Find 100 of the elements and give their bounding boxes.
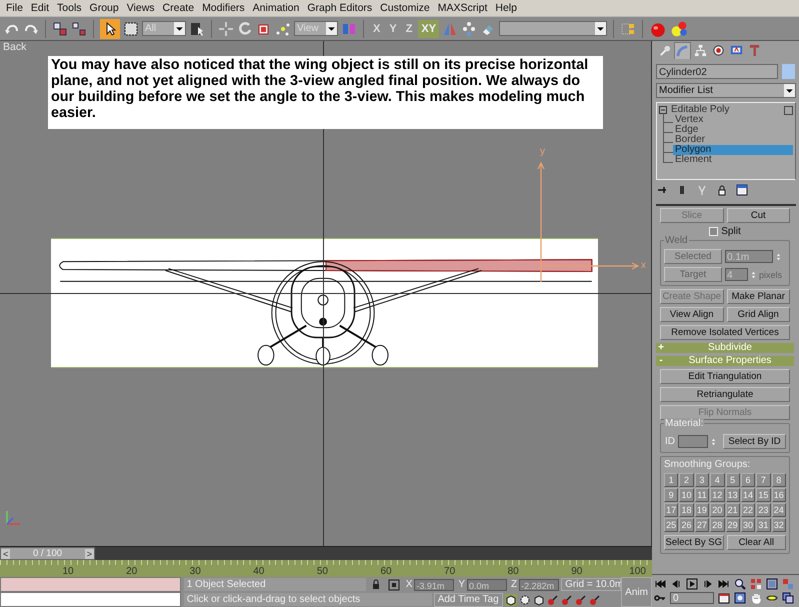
smoothing-group-button[interactable]: 14 (740, 488, 756, 502)
menu-item[interactable]: Modifiers (198, 2, 249, 14)
panel-button[interactable]: Clear All (726, 535, 786, 550)
split-checkbox[interactable] (709, 227, 718, 236)
caret-icon[interactable] (174, 22, 185, 35)
cube-icon[interactable] (504, 594, 517, 606)
smoothing-group-button[interactable]: 5 (726, 473, 740, 487)
orbit-icon[interactable] (766, 592, 778, 604)
time-slider-thumb[interactable]: < 0 / 100 > (0, 547, 95, 560)
pan-hand-icon[interactable] (750, 592, 762, 604)
select-tool[interactable] (100, 18, 120, 38)
axis-constraint-button[interactable]: X (370, 20, 384, 38)
rollout-header[interactable]: - Surface Properties (656, 356, 794, 366)
smoothing-group-button[interactable]: 18 (679, 503, 694, 517)
animate-button[interactable]: Anim (621, 577, 652, 607)
smoothing-group-button[interactable]: 29 (726, 518, 740, 532)
smoothing-group-button[interactable]: 30 (740, 518, 756, 532)
add-time-tag-button[interactable]: Add Time Tag (434, 592, 503, 606)
menu-item[interactable]: Graph Editors (303, 2, 376, 14)
maximize-viewport-icon[interactable] (782, 592, 794, 604)
previous-frame-icon[interactable] (670, 578, 682, 590)
named-selection-dropdown[interactable] (499, 21, 608, 36)
panel-button[interactable]: Edit Triangulation (660, 369, 790, 384)
script-listener-field[interactable] (0, 577, 181, 592)
smoothing-group-button[interactable]: 22 (740, 503, 756, 517)
select-by-name-icon[interactable] (189, 20, 205, 36)
cube-icon[interactable] (532, 594, 545, 606)
smoothing-group-button[interactable]: 3 (694, 473, 710, 487)
caret-icon[interactable] (784, 84, 795, 97)
panel-button[interactable]: Cut (726, 208, 790, 223)
collapse-icon[interactable] (659, 106, 667, 114)
panel-button[interactable]: Select By SG (664, 535, 724, 550)
key-mode-icon[interactable] (546, 594, 559, 606)
caret-icon[interactable] (326, 22, 337, 35)
viewport-label[interactable]: Back (3, 41, 26, 53)
smoothing-group-button[interactable]: 13 (726, 488, 740, 502)
smoothing-group-button[interactable]: 1 (664, 473, 678, 487)
pin-icon[interactable] (656, 184, 668, 196)
smoothing-group-button[interactable]: 20 (710, 503, 724, 517)
time-configuration-icon[interactable] (718, 592, 730, 604)
link-icon[interactable] (52, 20, 68, 36)
smoothing-group-button[interactable]: 26 (679, 518, 694, 532)
configure-sets-icon[interactable] (736, 184, 748, 196)
smoothing-group-button[interactable]: 23 (756, 503, 771, 517)
rotate-icon[interactable] (237, 20, 253, 36)
smoothing-group-button[interactable]: 24 (772, 503, 786, 517)
smoothing-group-button[interactable]: 12 (710, 488, 724, 502)
script-output-field[interactable] (0, 592, 181, 607)
menu-item[interactable]: Tools (53, 2, 86, 14)
menu-item[interactable]: Help (491, 2, 521, 14)
panel-button[interactable]: Retriangulate (660, 387, 790, 402)
next-frame-icon[interactable] (702, 578, 714, 590)
frame-field[interactable]: 0 (670, 592, 714, 604)
coordinate-field[interactable]: -3.91m (414, 578, 454, 590)
smoothing-group-button[interactable]: 21 (726, 503, 740, 517)
menu-item[interactable]: Views (122, 2, 159, 14)
panel-button[interactable]: Remove Isolated Vertices (660, 325, 790, 340)
go-to-end-icon[interactable] (718, 578, 730, 590)
smoothing-group-button[interactable]: 25 (664, 518, 678, 532)
panel-button[interactable]: Make Planar (726, 289, 790, 304)
smoothing-group-button[interactable]: 27 (694, 518, 710, 532)
viewport[interactable] (0, 41, 652, 546)
time-slider[interactable]: < 0 / 100 > (0, 546, 652, 560)
smoothing-group-button[interactable]: 19 (694, 503, 710, 517)
caret-icon[interactable] (595, 22, 606, 35)
menu-item[interactable]: Animation (248, 2, 304, 14)
zoom-icon[interactable] (734, 578, 746, 590)
region-select-icon[interactable] (123, 20, 139, 36)
stack-sub-item[interactable]: Vertex (673, 115, 793, 125)
align-icon[interactable] (461, 20, 478, 36)
smoothing-group-button[interactable]: 6 (740, 473, 756, 487)
smoothing-group-button[interactable]: 2 (679, 473, 694, 487)
lock-icon[interactable] (716, 184, 728, 196)
select-by-id-button[interactable]: Select By ID (723, 434, 786, 449)
smoothing-group-button[interactable]: 10 (679, 488, 694, 502)
stack-sub-item[interactable]: Element (673, 155, 793, 165)
stack-item[interactable]: Editable Poly (671, 105, 780, 115)
smoothing-group-button[interactable]: 7 (756, 473, 771, 487)
modifier-list-dropdown[interactable]: Modifier List (656, 83, 796, 98)
axis-constraint-button[interactable]: Y (386, 20, 400, 38)
transform-gizmo[interactable] (535, 159, 640, 284)
stack-sub-item[interactable]: Border (673, 135, 793, 145)
menu-item[interactable]: Customize (376, 2, 434, 14)
smoothing-group-button[interactable]: 28 (710, 518, 724, 532)
object-name-field[interactable]: Cylinder02 (656, 64, 778, 79)
menu-item[interactable]: Group (86, 2, 123, 14)
menu-item[interactable]: MAXScript (434, 2, 492, 14)
object-color-swatch[interactable] (782, 64, 795, 79)
toggle-icon[interactable] (784, 106, 793, 114)
rollout-header[interactable]: + Subdivide (656, 343, 794, 353)
material-spheres-icon[interactable] (670, 20, 688, 38)
panel-button[interactable]: Grid Align (726, 307, 790, 322)
play-icon[interactable] (686, 578, 698, 590)
menu-item[interactable]: File (2, 2, 27, 14)
smoothing-group-button[interactable]: 15 (756, 488, 771, 502)
smoothing-group-button[interactable]: 11 (694, 488, 710, 502)
smoothing-group-button[interactable]: 4 (710, 473, 724, 487)
unlink-icon[interactable] (71, 20, 87, 36)
zoom-extents-icon[interactable] (766, 578, 778, 590)
key-mode-icon[interactable] (588, 594, 601, 606)
